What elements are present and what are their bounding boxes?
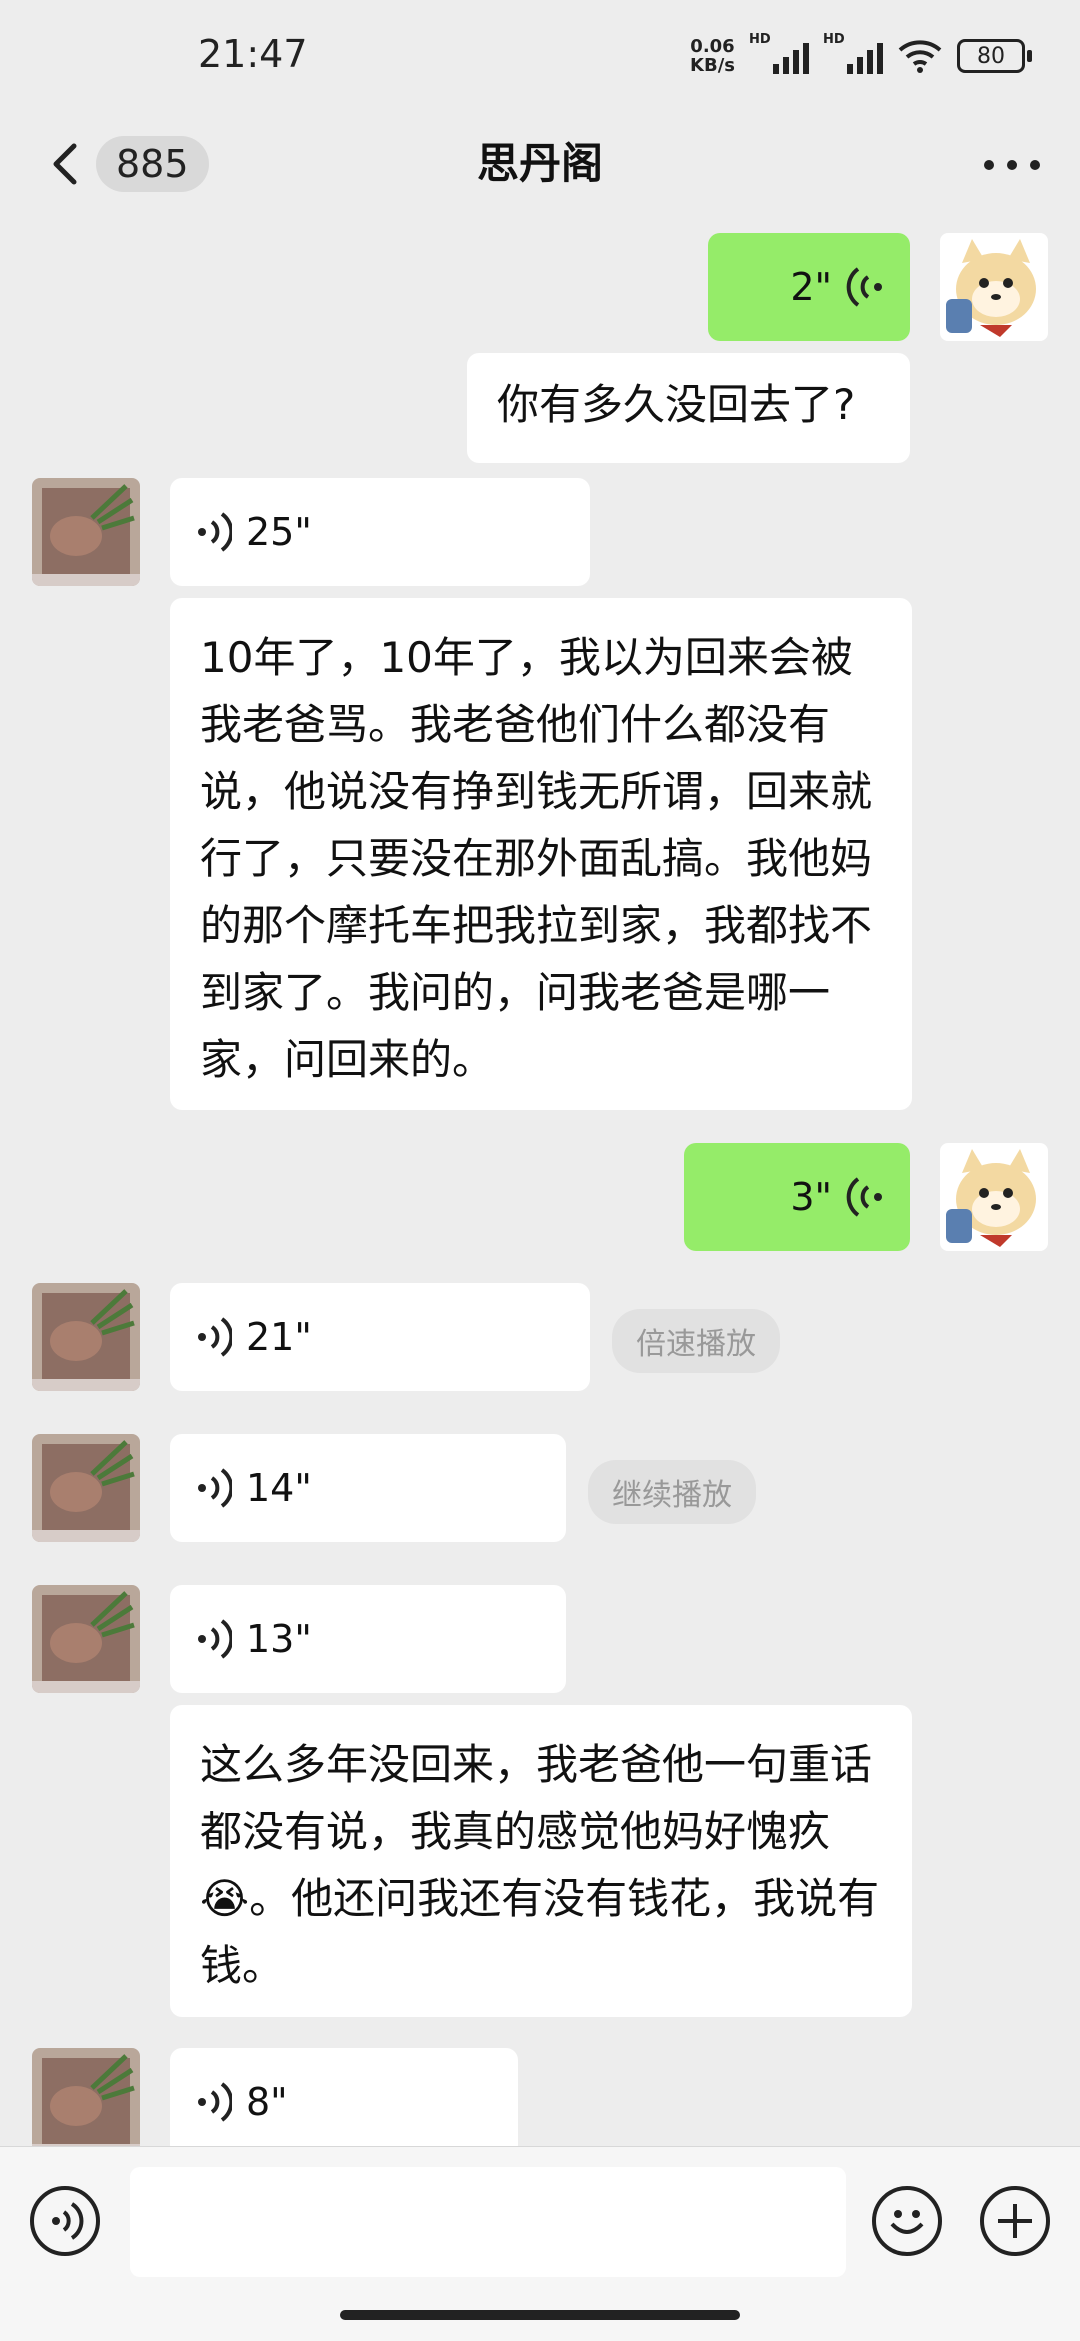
battery-indicator: 80 [957, 39, 1032, 73]
sticker-avatar [940, 1143, 1048, 1251]
voice-duration: 2" [790, 265, 832, 309]
incoming-voice-bubble[interactable]: 8" [170, 2048, 518, 2146]
contact-avatar [32, 1434, 140, 1542]
contact-avatar[interactable] [32, 2048, 140, 2146]
voice-wave-icon [198, 2082, 232, 2122]
voice-wave-icon [52, 2202, 84, 2240]
voice-wave-icon [198, 512, 232, 552]
sticker-avatar [940, 233, 1048, 341]
contact-avatar[interactable] [32, 1283, 140, 1391]
message-text: 这么多年没回来，我老爸他一句重话都没有说，我真的感觉他妈好愧疚😭。他还问我还有没… [200, 1740, 880, 1990]
contact-avatar [32, 1585, 140, 1693]
incoming-voice-bubble[interactable]: 25" [170, 478, 590, 586]
voice-duration: 13" [246, 1617, 312, 1661]
wifi-icon [898, 40, 942, 73]
my-avatar[interactable] [940, 1143, 1048, 1251]
signal-icon: HD [823, 32, 883, 74]
status-bar: 21:47 0.06 KB/s HD HD 80 [0, 0, 1080, 110]
signal-icon: HD [749, 32, 809, 74]
outgoing-voice-bubble[interactable]: 2" [708, 233, 910, 341]
continue-play-button[interactable]: 继续播放 [588, 1460, 756, 1524]
voice-mode-icon[interactable] [30, 2186, 100, 2256]
contact-avatar[interactable] [32, 1585, 140, 1693]
voice-duration: 3" [790, 1175, 832, 1219]
more-dots-icon[interactable] [984, 150, 1040, 180]
message-text: 10年了，10年了，我以为回来会被我老爸骂。我老爸他们什么都没有说，他说没有挣到… [200, 633, 873, 1084]
network-speed: 0.06 KB/s [690, 36, 735, 76]
chat-title: 思丹阁 [476, 139, 603, 188]
message-input[interactable] [130, 2167, 846, 2277]
voice-duration: 25" [246, 510, 312, 554]
home-indicator[interactable] [340, 2310, 740, 2320]
incoming-voice-bubble[interactable]: 14" [170, 1434, 566, 1542]
voice-duration: 8" [246, 2080, 288, 2124]
status-icons: 0.06 KB/s HD HD 80 [690, 32, 1032, 78]
voice-duration: 21" [246, 1315, 312, 1359]
outgoing-voice-bubble[interactable]: 3" [684, 1143, 910, 1251]
contact-avatar[interactable] [32, 478, 140, 586]
status-time: 21:47 [198, 32, 308, 76]
contact-avatar [32, 2048, 140, 2146]
voice-wave-icon [846, 267, 882, 307]
incoming-text-bubble[interactable]: 这么多年没回来，我老爸他一句重话都没有说，我真的感觉他妈好愧疚😭。他还问我还有没… [170, 1705, 912, 2017]
contact-avatar[interactable] [32, 1434, 140, 1542]
voice-wave-icon [198, 1317, 232, 1357]
incoming-voice-bubble[interactable]: 13" [170, 1585, 566, 1693]
voice-duration: 14" [246, 1466, 312, 1510]
outgoing-text-bubble[interactable]: 你有多久没回去了? [467, 353, 910, 463]
message-list[interactable]: 2" 你有多久没回去了? 25" 10年了，10年了，我以为回来会被我老爸骂。我… [0, 222, 1080, 2146]
incoming-text-bubble[interactable]: 10年了，10年了，我以为回来会被我老爸骂。我老爸他们什么都没有说，他说没有挣到… [170, 598, 912, 1110]
contact-avatar [32, 1283, 140, 1391]
emoji-icon[interactable] [872, 2186, 942, 2256]
my-avatar[interactable] [940, 233, 1048, 341]
voice-wave-icon [198, 1468, 232, 1508]
speed-play-button[interactable]: 倍速播放 [612, 1309, 780, 1373]
plus-icon[interactable] [980, 2186, 1050, 2256]
incoming-voice-bubble[interactable]: 21" [170, 1283, 590, 1391]
voice-wave-icon [846, 1177, 882, 1217]
message-text: 你有多久没回去了? [497, 380, 856, 429]
voice-wave-icon [198, 1619, 232, 1659]
contact-avatar [32, 478, 140, 586]
chat-header: 885 思丹阁 [0, 110, 1080, 222]
